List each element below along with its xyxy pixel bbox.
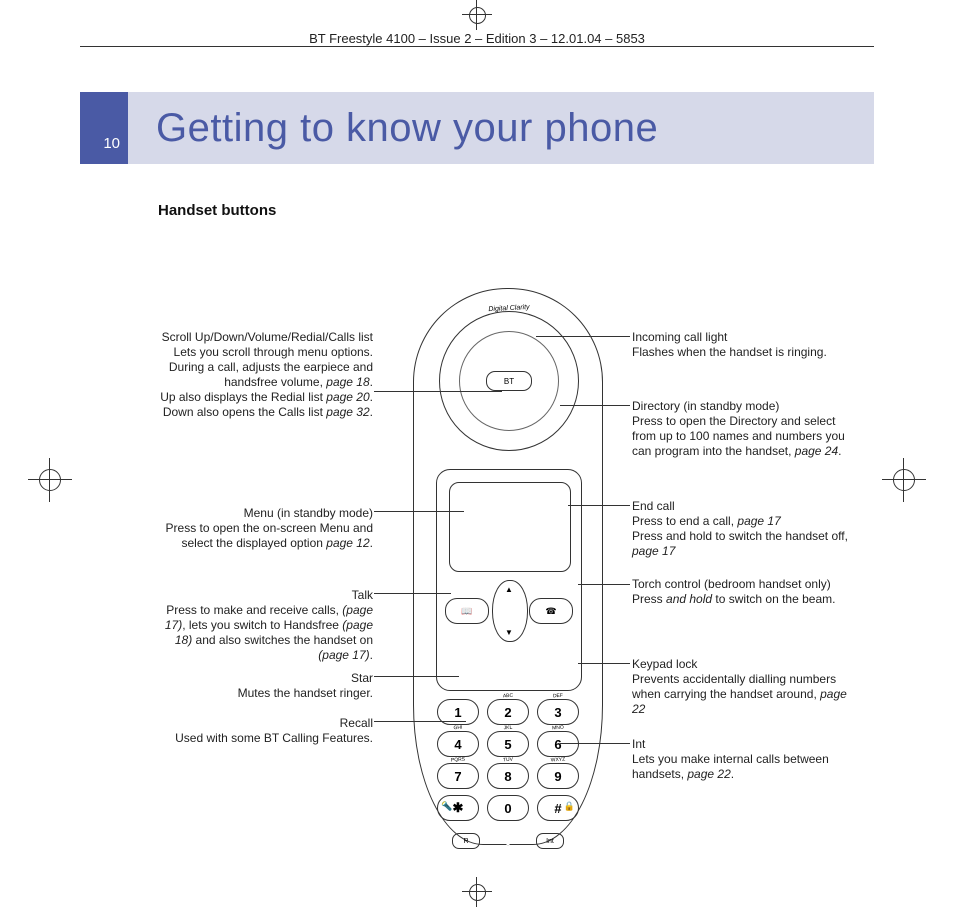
- callout-body: Prevents accidentally dialling numbers w…: [632, 672, 857, 717]
- callout-body: Press to open the Directory and select f…: [632, 414, 857, 459]
- callout: Keypad lockPrevents accidentally diallin…: [632, 657, 857, 717]
- callout: End callPress to end a call, page 17Pres…: [632, 499, 857, 559]
- leader-line: [374, 511, 464, 512]
- scroll-rocker: [492, 580, 528, 642]
- leader-line: [578, 584, 630, 585]
- leader-line: [374, 721, 466, 722]
- handset-illustration: Digital Clarity BT 📖 ☎ 12ABC3DEF4GHI5JKL…: [413, 288, 603, 846]
- leader-line: [374, 676, 459, 677]
- callout-body: Flashes when the handset is ringing.: [632, 345, 857, 360]
- keypad-key: 3DEF: [537, 699, 579, 725]
- callout: Incoming call lightFlashes when the hand…: [632, 330, 857, 360]
- callout-title: Recall: [158, 716, 373, 731]
- registration-mark-right: [882, 458, 926, 502]
- callout-title: Torch control (bedroom handset only): [632, 577, 857, 592]
- callout: Directory (in standby mode)Press to open…: [632, 399, 857, 459]
- torch-icon: 🔦: [441, 801, 452, 812]
- keypad-key: 0: [487, 795, 529, 821]
- leader-line: [374, 391, 502, 392]
- callout-body: Used with some BT Calling Features.: [158, 731, 373, 746]
- callout-body: Lets you make internal calls between han…: [632, 752, 857, 782]
- leader-line: [560, 405, 630, 406]
- crop-mark-bottom: [462, 877, 492, 907]
- keypad-key: 5JKL: [487, 731, 529, 757]
- recall-button: R: [452, 833, 480, 849]
- callout: RecallUsed with some BT Calling Features…: [158, 716, 373, 746]
- keypad-key: 7PQRS: [437, 763, 479, 789]
- callout: Menu (in standby mode)Press to open the …: [158, 506, 373, 551]
- keypad-key: 8TUV: [487, 763, 529, 789]
- lock-icon: 🔒: [564, 801, 575, 812]
- end-call-softkey: ☎: [529, 598, 573, 624]
- callout: IntLets you make internal calls between …: [632, 737, 857, 782]
- menu-softkey: 📖: [445, 598, 489, 624]
- callout-body: Press to end a call, page 17Press and ho…: [632, 514, 857, 559]
- leader-line: [560, 743, 630, 744]
- face-panel: 📖 ☎: [436, 469, 582, 691]
- leader-line: [568, 505, 630, 506]
- callout-body: Press to open the on-screen Menu and sel…: [158, 521, 373, 551]
- callout: StarMutes the handset ringer.: [158, 671, 373, 701]
- horizontal-rule: [80, 46, 874, 47]
- callout-title: Talk: [158, 588, 373, 603]
- callout: Scroll Up/Down/Volume/Redial/Calls listL…: [158, 330, 373, 420]
- leader-line: [536, 336, 630, 337]
- keypad-key: 6MNO: [537, 731, 579, 757]
- page-number-tab: 10: [80, 92, 128, 164]
- callout-title: Directory (in standby mode): [632, 399, 857, 414]
- keypad-key: 4GHI: [437, 731, 479, 757]
- leader-line: [374, 593, 451, 594]
- registration-mark-left: [28, 458, 72, 502]
- bt-logo: BT: [486, 371, 532, 391]
- callout: Torch control (bedroom handset only)Pres…: [632, 577, 857, 607]
- callout-body: Press and hold to switch on the beam.: [632, 592, 857, 607]
- int-button: Int: [536, 833, 564, 849]
- callout-title: Int: [632, 737, 857, 752]
- speaker-grill-icon: [498, 836, 518, 846]
- callout-title: Menu (in standby mode): [158, 506, 373, 521]
- crop-mark-top: [462, 0, 492, 30]
- callout-title: Keypad lock: [632, 657, 857, 672]
- keypad-key: 2ABC: [487, 699, 529, 725]
- callout-title: Incoming call light: [632, 330, 857, 345]
- callout-title: Scroll Up/Down/Volume/Redial/Calls list: [158, 330, 373, 345]
- keypad: 12ABC3DEF4GHI5JKL6MNO7PQRS8TUV9WXYZ✱0#: [436, 699, 580, 821]
- section-heading: Handset buttons: [158, 202, 276, 219]
- callout-body: Lets you scroll through menu options.Dur…: [158, 345, 373, 420]
- document-header-meta: BT Freestyle 4100 – Issue 2 – Edition 3 …: [0, 31, 954, 46]
- leader-line: [578, 663, 630, 664]
- bottom-button-row: R Int: [452, 833, 564, 849]
- callout-title: Star: [158, 671, 373, 686]
- screen: [449, 482, 571, 572]
- page-title: Getting to know your phone: [128, 92, 874, 164]
- callout-body: Press to make and receive calls, (page 1…: [158, 603, 373, 663]
- callout-body: Mutes the handset ringer.: [158, 686, 373, 701]
- callout-title: End call: [632, 499, 857, 514]
- callout: TalkPress to make and receive calls, (pa…: [158, 588, 373, 663]
- keypad-key: 9WXYZ: [537, 763, 579, 789]
